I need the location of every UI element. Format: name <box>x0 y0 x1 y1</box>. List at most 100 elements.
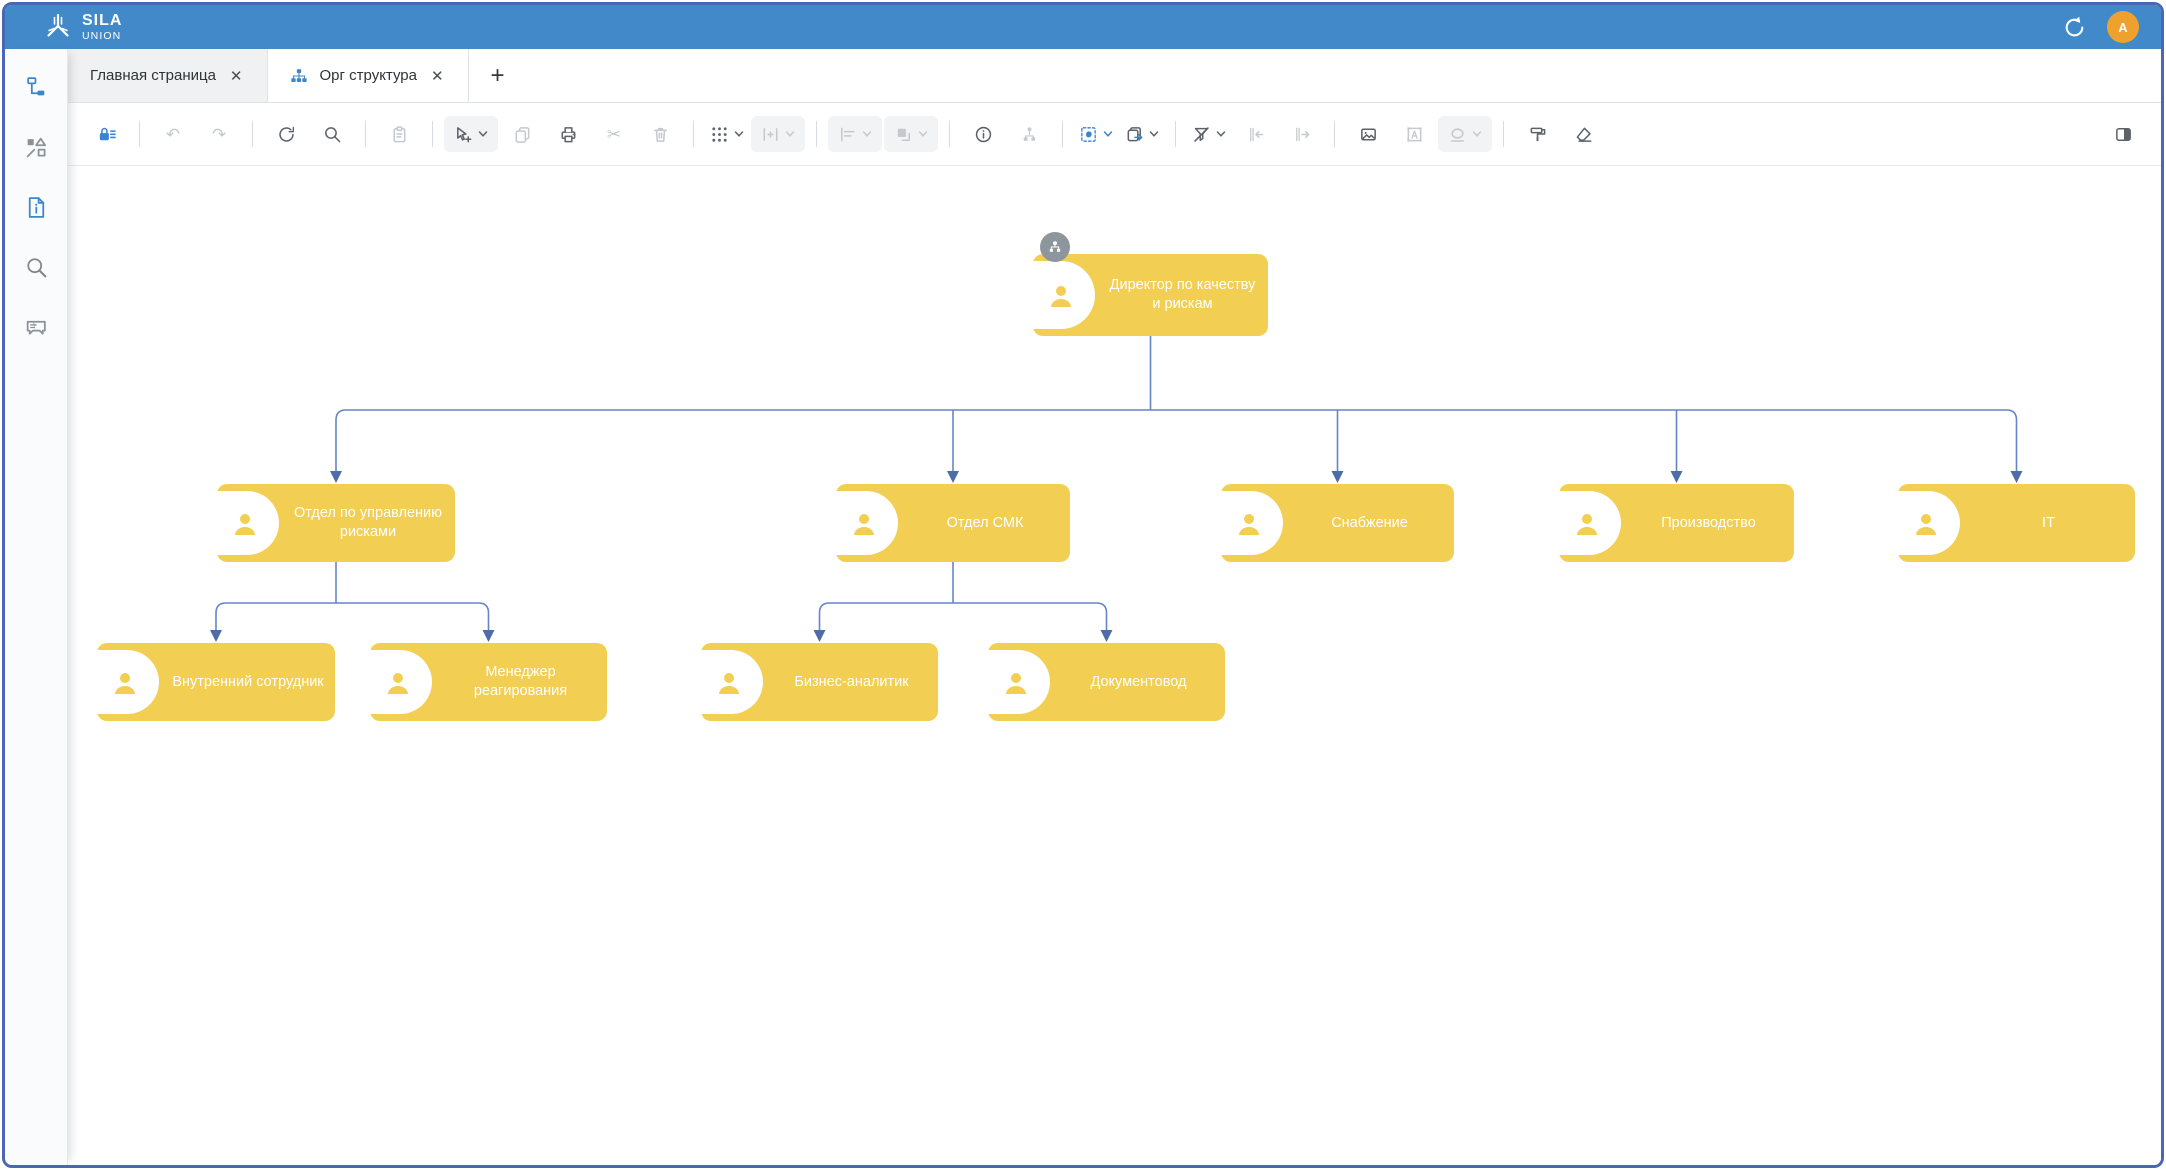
sidebar-item-comments[interactable] <box>22 313 50 341</box>
tab-org-structure[interactable]: Орг структура ✕ <box>268 49 469 102</box>
text-frame-icon <box>1405 125 1424 144</box>
chevron-down-icon <box>918 130 928 138</box>
chevron-down-icon <box>1216 130 1226 138</box>
person-icon <box>1033 261 1095 329</box>
person-icon <box>1898 491 1960 555</box>
toolbar-separator <box>1062 121 1063 147</box>
org-node-supply[interactable]: Снабжение <box>1221 484 1454 562</box>
hierarchy-icon <box>1020 125 1039 144</box>
cut-button: ✂ <box>592 116 636 152</box>
sidebar-item-shapes[interactable] <box>22 133 50 161</box>
redo-icon: ↷ <box>212 126 226 143</box>
left-sidebar <box>5 49 68 1165</box>
chevron-down-icon <box>478 130 488 138</box>
chevron-down-icon <box>862 130 872 138</box>
toolbar-separator <box>252 121 253 147</box>
image-button[interactable] <box>1346 116 1390 152</box>
person-icon <box>217 491 279 555</box>
close-icon[interactable]: ✕ <box>228 65 245 87</box>
spacing-icon <box>761 125 780 144</box>
org-node-business-analyst[interactable]: Бизнес-аналитик <box>701 643 938 721</box>
avatar[interactable]: A <box>2107 11 2139 43</box>
export-copy-icon <box>1125 125 1144 144</box>
expand-right-icon <box>1292 125 1311 144</box>
org-node-risk-dept[interactable]: Отдел по управлению рисками <box>217 484 455 562</box>
org-node-label: Производство <box>1651 514 1766 533</box>
info-button[interactable] <box>961 116 1005 152</box>
org-node-document-clerk[interactable]: Документовод <box>988 643 1225 721</box>
selection-button[interactable] <box>1074 116 1118 152</box>
org-node-director[interactable]: Директор по качеству и рискам <box>1033 254 1268 336</box>
lock-button[interactable] <box>84 116 128 152</box>
chevron-down-icon <box>1103 130 1113 138</box>
undo-button: ↶ <box>151 116 195 152</box>
filter-off-button[interactable] <box>1187 116 1231 152</box>
org-node-production[interactable]: Производство <box>1559 484 1794 562</box>
app-window: SILA UNION A Главная страница ✕ <box>2 2 2164 1168</box>
print-button[interactable] <box>546 116 590 152</box>
eraser-icon <box>1574 125 1593 144</box>
panel-toggle-button[interactable] <box>2101 116 2145 152</box>
toolbar-separator <box>139 121 140 147</box>
org-node-smk-dept[interactable]: Отдел СМК <box>836 484 1070 562</box>
tab-label: Орг структура <box>320 67 417 84</box>
copy-icon <box>513 125 532 144</box>
search-icon <box>24 255 49 280</box>
grid-button[interactable] <box>705 116 749 152</box>
person-icon <box>701 650 763 714</box>
org-node-response-manager[interactable]: Менеджер реагирования <box>370 643 607 721</box>
org-node-it[interactable]: IT <box>1898 484 2135 562</box>
sidebar-item-search[interactable] <box>22 253 50 281</box>
tab-bar: Главная страница ✕ Орг структура <box>68 49 2161 103</box>
person-icon <box>988 650 1050 714</box>
document-info-icon <box>24 195 49 220</box>
spacing-button <box>751 116 805 152</box>
lock-icon <box>97 125 116 144</box>
decomposition-badge-icon[interactable] <box>1040 232 1070 262</box>
selection-icon <box>1079 125 1098 144</box>
model-tree-icon <box>24 75 49 100</box>
collapse-left-icon <box>1246 125 1265 144</box>
zoom-search-icon <box>323 125 342 144</box>
refresh-icon <box>277 125 296 144</box>
toolbar-separator <box>693 121 694 147</box>
undo-icon: ↶ <box>166 126 180 143</box>
chevron-down-icon <box>734 130 744 138</box>
person-icon <box>836 491 898 555</box>
arrange-icon <box>894 125 913 144</box>
org-node-label: Снабжение <box>1321 514 1418 533</box>
person-icon <box>370 650 432 714</box>
cut-icon: ✂ <box>607 126 621 143</box>
delete-button <box>638 116 682 152</box>
org-node-internal-employee[interactable]: Внутренний сотрудник <box>97 643 335 721</box>
diagram-canvas[interactable]: Директор по качеству и рискам Отдел по уп… <box>68 166 2161 1165</box>
arrange-button <box>884 116 938 152</box>
sync-icon[interactable] <box>2062 15 2087 40</box>
toolbar-separator <box>432 121 433 147</box>
text-frame-button <box>1392 116 1436 152</box>
hierarchy-button <box>1007 116 1051 152</box>
export-copy-button[interactable] <box>1120 116 1164 152</box>
collapse-left-button <box>1233 116 1277 152</box>
org-node-label: IT <box>2032 514 2065 533</box>
brand-line2: UNION <box>82 31 122 42</box>
sidebar-item-document-info[interactable] <box>22 193 50 221</box>
shapes-icon <box>24 135 49 160</box>
ellipse-icon <box>1448 125 1467 144</box>
refresh-button[interactable] <box>264 116 308 152</box>
tab-home[interactable]: Главная страница ✕ <box>68 49 268 102</box>
format-painter-button[interactable] <box>1515 116 1559 152</box>
zoom-search-button[interactable] <box>310 116 354 152</box>
eraser-button[interactable] <box>1561 116 1605 152</box>
org-node-label: Бизнес-аналитик <box>784 673 918 692</box>
person-icon <box>1221 491 1283 555</box>
toolbar-separator <box>365 121 366 147</box>
new-tab-button[interactable]: + <box>469 49 527 102</box>
pointer-add-button[interactable] <box>444 116 498 152</box>
person-icon <box>1559 491 1621 555</box>
sidebar-item-model-tree[interactable] <box>22 73 50 101</box>
paste-icon <box>390 125 409 144</box>
close-icon[interactable]: ✕ <box>429 65 446 87</box>
format-painter-icon <box>1528 125 1547 144</box>
toolbar-separator <box>1175 121 1176 147</box>
